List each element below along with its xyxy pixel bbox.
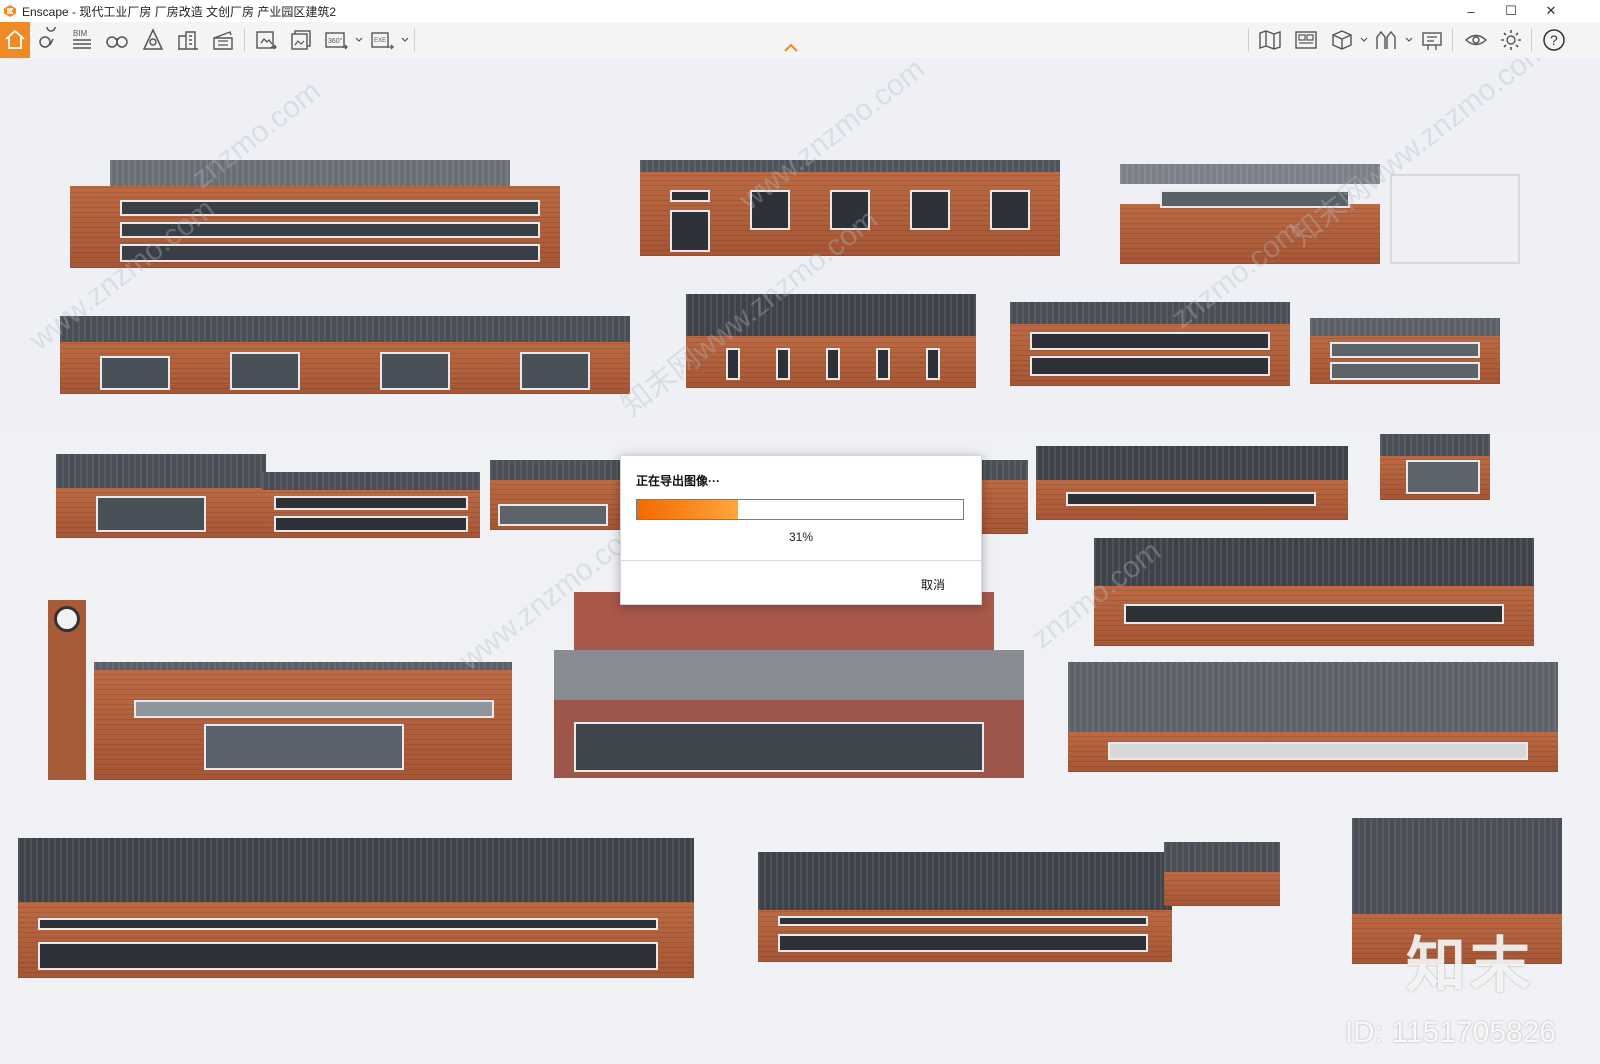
gallery-icon (1295, 31, 1317, 49)
watermark-brand: 知末 (1406, 932, 1534, 999)
progress-fill (637, 500, 739, 519)
svg-text:EXE: EXE (374, 38, 386, 44)
building-model (640, 160, 1060, 256)
people-icon (1376, 30, 1396, 49)
building-model (70, 160, 560, 268)
dialog-title: 正在导出图像··· (636, 474, 720, 488)
watermark-id: ID: 1151705826 (1344, 1016, 1556, 1049)
progress-percent-label: 31% (788, 530, 814, 544)
close-button[interactable]: ✕ (1531, 0, 1571, 22)
collapse-toolbar-button[interactable] (781, 40, 801, 54)
building-model (18, 838, 694, 978)
building-model (1036, 446, 1348, 520)
building-model (60, 316, 630, 394)
chevron-down-icon (1360, 37, 1368, 42)
atmosphere-button[interactable] (137, 24, 169, 56)
view-management-button[interactable] (32, 24, 64, 56)
section-dropdown[interactable] (1359, 24, 1369, 56)
toolbar-separator (1452, 28, 1453, 52)
bim-info-button[interactable]: BIM (66, 24, 98, 56)
building-model (1068, 662, 1558, 772)
map-button[interactable] (1254, 24, 1286, 56)
map-pin-icon (39, 27, 56, 48)
export-progress-bar (636, 499, 964, 520)
live-update-button[interactable] (1460, 24, 1492, 56)
svg-text:360°: 360° (328, 37, 343, 45)
building-model (56, 454, 266, 538)
toolbar-separator (244, 28, 245, 52)
screenshot-icon (256, 31, 277, 50)
video-editor-button[interactable] (207, 24, 239, 56)
help-icon: ? (1543, 29, 1565, 51)
screenshot-button[interactable] (250, 24, 282, 56)
chevron-down-icon (1405, 37, 1413, 42)
panorama-dropdown[interactable] (354, 24, 364, 56)
toolbar-separator (1248, 28, 1249, 52)
toolbar-separator (1531, 28, 1532, 52)
buildings-icon (178, 31, 198, 50)
panorama-button[interactable]: 360° (320, 24, 352, 56)
building-model (1380, 434, 1490, 500)
svg-text:BIM: BIM (73, 29, 88, 38)
export-exe-icon: EXE (371, 32, 394, 50)
title-bar: Enscape - 现代工业厂房 厂房改造 文创厂房 产业园区建筑2 – ☐ ✕ (0, 0, 1600, 22)
building-model (44, 600, 522, 810)
building-model (554, 592, 1024, 778)
cube-icon (1332, 30, 1352, 50)
building-model (978, 460, 1028, 534)
export-progress-dialog: 正在导出图像··· 31% 取消 (620, 455, 982, 605)
binoculars-icon (106, 36, 128, 48)
batch-render-icon (291, 30, 311, 50)
vr-headset-button[interactable] (1370, 24, 1402, 56)
svg-text:?: ? (1550, 32, 1558, 48)
clapperboard-icon (213, 31, 233, 50)
chevron-down-icon (401, 37, 409, 42)
collaborative-annotation-button[interactable] (1416, 24, 1448, 56)
enscape-logo-icon (4, 5, 16, 17)
toolbar-separator (414, 28, 415, 52)
dialog-divider (621, 560, 981, 561)
asset-library-button[interactable] (172, 24, 204, 56)
eye-icon (1464, 34, 1488, 46)
home-icon (5, 29, 25, 49)
cancel-button[interactable]: 取消 (921, 576, 945, 593)
export-dropdown[interactable] (400, 24, 410, 56)
export-exe-button[interactable]: EXE (366, 24, 398, 56)
home-button[interactable] (0, 22, 30, 58)
building-model (758, 852, 1172, 962)
help-button[interactable]: ? (1538, 24, 1570, 56)
building-model (1010, 302, 1290, 386)
minimize-button[interactable]: – (1451, 0, 1491, 22)
chevron-up-icon (784, 43, 798, 52)
map-icon (1259, 30, 1281, 50)
window-title: Enscape - 现代工业厂房 厂房改造 文创厂房 产业园区建筑2 (22, 4, 337, 19)
building-model (262, 472, 480, 538)
gear-icon (1501, 30, 1521, 50)
settings-button[interactable] (1495, 24, 1527, 56)
lighting-icon (142, 28, 164, 50)
maximize-button[interactable]: ☐ (1491, 0, 1531, 22)
building-model (1094, 538, 1534, 646)
view-gallery-button[interactable] (1290, 24, 1322, 56)
building-model (686, 294, 976, 388)
building-model (490, 460, 620, 530)
annotation-icon (1422, 32, 1442, 50)
batch-render-button[interactable] (285, 24, 317, 56)
building-model (1310, 318, 1500, 384)
building-model (1120, 164, 1520, 264)
building-model (1164, 842, 1280, 906)
bim-icon: BIM (73, 29, 91, 49)
chevron-down-icon (355, 37, 363, 42)
section-box-button[interactable] (1326, 24, 1358, 56)
walk-mode-button[interactable] (101, 24, 133, 56)
vr-dropdown[interactable] (1404, 24, 1414, 56)
panorama-360-icon: 360° (325, 32, 348, 50)
